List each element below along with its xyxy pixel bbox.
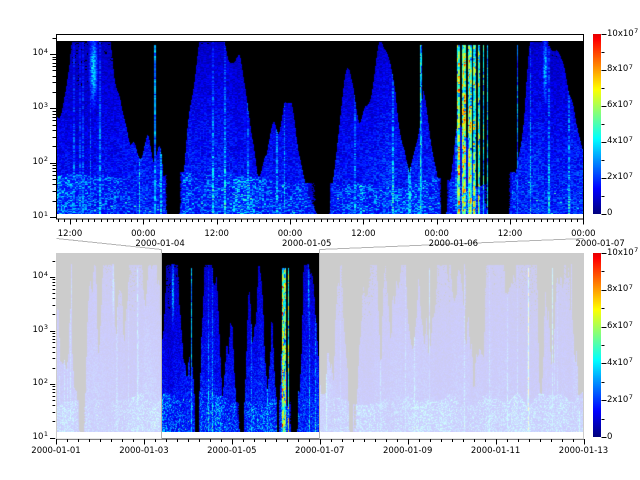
top-x-tick-date-label: 2000-01-05: [282, 240, 331, 249]
faded-region-after-selection: [320, 252, 585, 439]
colorbar-tick-label: 4x107: [607, 359, 633, 368]
overview-x-tick-date-label: 2000-01-05: [205, 447, 259, 456]
top-x-tick-time-label: 12:00: [494, 230, 526, 239]
top-x-tick-time-label: 12:00: [54, 230, 86, 239]
y-tick-label: 101: [24, 433, 48, 442]
zoom-connector-left: [57, 239, 162, 250]
overview-x-tick-date-label: 2000-01-03: [117, 447, 171, 456]
top-x-tick-time-label: 00:00: [567, 230, 599, 239]
overview-x-tick-date-label: 2000-01-07: [293, 447, 347, 456]
overview-x-tick-date-label: 2000-01-11: [469, 447, 523, 456]
y-tick-label: 102: [24, 379, 48, 388]
top-x-tick-time-label: 00:00: [127, 230, 159, 239]
colorbar-tick-label: 10x107: [607, 30, 638, 39]
y-tick-label: 101: [24, 212, 48, 221]
faded-region-before-selection: [55, 252, 161, 439]
top-x-tick-date-label: 2000-01-07: [575, 240, 624, 249]
top-spectrogram-heatmap[interactable]: [57, 41, 583, 214]
top-x-tick-time-label: 12:00: [201, 230, 233, 239]
colorbar-tick-label: 8x107: [607, 285, 633, 294]
y-tick-label: 104: [24, 272, 48, 281]
top-x-tick-date-label: 2000-01-04: [135, 240, 184, 249]
colorbar-tick-label: 6x107: [607, 101, 633, 110]
overview-x-tick-date-label: 2000-01-01: [29, 447, 83, 456]
y-tick-label: 103: [24, 103, 48, 112]
top-x-tick-time-label: 00:00: [274, 230, 306, 239]
overview-x-tick-date-label: 2000-01-13: [557, 447, 611, 456]
y-tick-label: 102: [24, 158, 48, 167]
colorbar-tick-label: 8x107: [607, 65, 633, 74]
overview-x-tick-date-label: 2000-01-09: [381, 447, 435, 456]
colorbar-tick-label: 4x107: [607, 137, 633, 146]
colorbar-tick-label: 2x107: [607, 396, 633, 405]
spectrogram-figure: 12:0000:002000-01-0412:0000:002000-01-05…: [0, 0, 640, 480]
top-x-tick-time-label: 00:00: [421, 230, 453, 239]
colorbar-tick-label: 2x107: [607, 173, 633, 182]
colorbar-tick-label: 0: [607, 433, 612, 442]
colorbar-tick-label: 6x107: [607, 322, 633, 331]
top-x-tick-time-label: 12:00: [347, 230, 379, 239]
bottom-colorbar: [593, 253, 601, 437]
colorbar-tick-label: 0: [607, 209, 612, 218]
colorbar-tick-label: 10x107: [607, 249, 638, 258]
y-tick-label: 103: [24, 326, 48, 335]
y-tick-label: 104: [24, 49, 48, 58]
zoom-connector-right: [320, 239, 584, 250]
top-colorbar: [593, 34, 601, 214]
top-x-tick-date-label: 2000-01-06: [429, 240, 478, 249]
